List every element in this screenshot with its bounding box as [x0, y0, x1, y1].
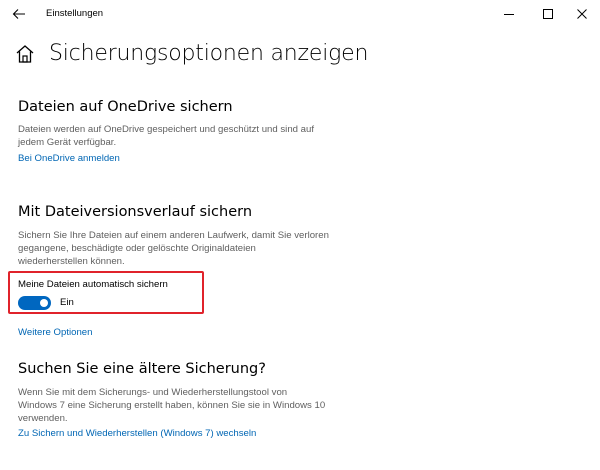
- arrow-left-icon: [12, 9, 25, 19]
- close-icon: [577, 9, 587, 19]
- window-title: Einstellungen: [46, 8, 104, 19]
- onedrive-heading: Dateien auf OneDrive sichern: [18, 99, 233, 115]
- file-history-heading: Mit Dateiversionsverlauf sichern: [18, 204, 253, 220]
- back-button[interactable]: [8, 4, 30, 24]
- toggle-state-text: Ein: [60, 297, 74, 308]
- file-history-description-line-2: gegangene, beschädigte oder gelöschte Or…: [18, 243, 256, 254]
- onedrive-description-line-2: jedem Gerät verfügbar.: [18, 137, 117, 148]
- older-backup-description-line-2: Windows 7 eine Sicherung erstellt haben,…: [18, 400, 326, 411]
- auto-backup-label: Meine Dateien automatisch sichern: [18, 279, 168, 290]
- maximize-button[interactable]: [535, 4, 561, 24]
- maximize-icon: [543, 9, 553, 19]
- older-backup-heading: Suchen Sie eine ältere Sicherung?: [18, 361, 266, 377]
- toggle-knob: [40, 299, 48, 307]
- more-options-link[interactable]: Weitere Optionen: [18, 327, 92, 338]
- older-backup-description-line-3: verwenden.: [18, 413, 68, 424]
- older-backup-description-line-1: Wenn Sie mit dem Sicherungs- und Wiederh…: [18, 387, 288, 398]
- auto-backup-toggle[interactable]: [18, 296, 51, 310]
- file-history-description-line-3: wiederherstellen können.: [18, 256, 125, 267]
- minimize-button[interactable]: [496, 4, 522, 24]
- close-button[interactable]: [569, 4, 595, 24]
- home-icon[interactable]: [14, 43, 36, 65]
- onedrive-description-line-1: Dateien werden auf OneDrive gespeichert …: [18, 124, 314, 135]
- backup-restore-win7-link[interactable]: Zu Sichern und Wiederherstellen (Windows…: [18, 428, 256, 439]
- onedrive-signin-link[interactable]: Bei OneDrive anmelden: [18, 153, 120, 164]
- file-history-description-line-1: Sichern Sie Ihre Dateien auf einem ander…: [18, 230, 329, 241]
- minimize-icon: [504, 14, 514, 15]
- page-title: Sicherungsoptionen anzeigen: [49, 41, 369, 66]
